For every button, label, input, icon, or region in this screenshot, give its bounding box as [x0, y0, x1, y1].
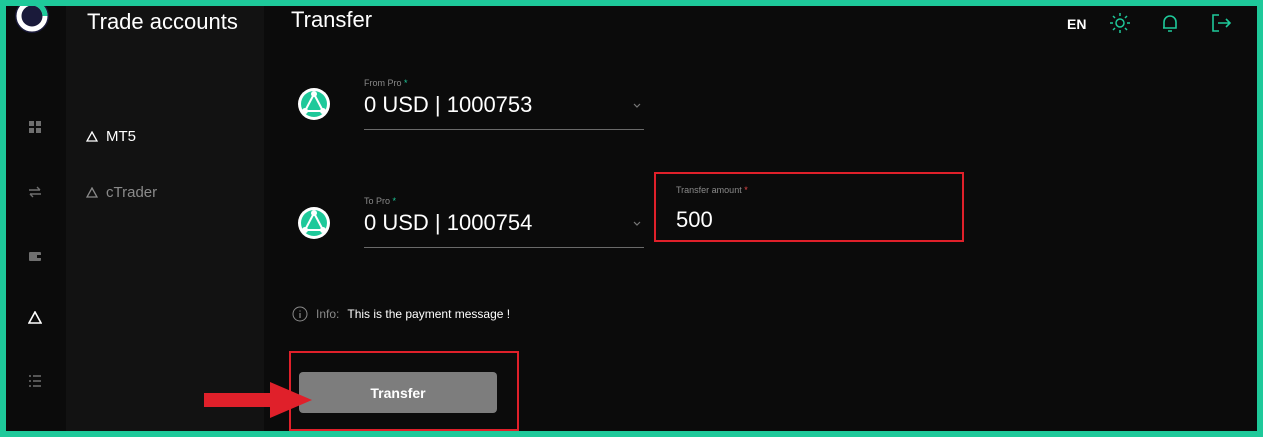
from-label-text: From Pro [364, 78, 402, 88]
app-window: Trade accounts MT5 cTrader Transfer EN F… [0, 0, 1263, 437]
info-message: This is the payment message ! [347, 307, 511, 321]
required-mark: * [392, 196, 397, 206]
brand-logo-icon[interactable] [12, 0, 52, 36]
icon-rail [6, 6, 66, 431]
sun-icon[interactable] [1109, 12, 1131, 34]
list-icon[interactable] [28, 374, 42, 388]
to-account-label: To Pro * [364, 196, 396, 206]
transfer-button[interactable]: Transfer [299, 372, 497, 413]
sidebar-title: Trade accounts [87, 9, 238, 34]
account-logo-icon [298, 88, 330, 120]
logout-icon[interactable] [1210, 12, 1232, 34]
from-account-select[interactable]: From Pro * 0 USD | 1000753 [364, 78, 644, 130]
triangle-accounts-icon [86, 186, 98, 198]
bell-icon[interactable] [1159, 12, 1181, 34]
sidebar-item-ctrader[interactable]: cTrader [86, 184, 157, 201]
chevron-down-icon [633, 103, 641, 108]
sidebar-item-mt5[interactable]: MT5 [86, 128, 136, 145]
required-mark: * [744, 185, 748, 195]
from-account-value: 0 USD | 1000753 [364, 92, 533, 117]
language-selector[interactable]: EN [1067, 16, 1086, 32]
info-label: Info: [316, 307, 340, 321]
page-title: Transfer [291, 7, 373, 32]
to-underline [364, 247, 644, 248]
sidebar-item-label: cTrader [106, 184, 158, 201]
from-underline [364, 129, 644, 130]
from-account-label: From Pro * [364, 78, 408, 88]
amount-label-text: Transfer amount [676, 185, 742, 195]
triangle-accounts-icon [86, 130, 98, 142]
info-line: Info: This is the payment message ! [292, 306, 510, 322]
chevron-down-icon [633, 221, 641, 226]
triangle-accounts-icon[interactable] [28, 311, 42, 325]
to-account-select[interactable]: To Pro * 0 USD | 1000754 [364, 196, 644, 248]
required-mark: * [404, 78, 408, 88]
arrow-right-icon [204, 382, 312, 418]
transfer-amount-input[interactable]: 500 [676, 207, 713, 233]
transfer-panel: Transfer EN From Pro * 0 USD | 1000753 T… [204, 6, 1257, 431]
grid-icon[interactable] [28, 120, 42, 134]
transfer-amount-label: Transfer amount * [676, 185, 748, 195]
account-logo-icon [298, 207, 330, 239]
to-label-text: To Pro [364, 196, 391, 206]
transfer-amount-highlight: Transfer amount * 500 [654, 172, 964, 242]
info-icon [292, 306, 308, 322]
trade-accounts-sidebar: Trade accounts MT5 cTrader [66, 6, 264, 431]
swap-icon[interactable] [28, 185, 42, 199]
sidebar-item-label: MT5 [106, 128, 136, 145]
wallet-icon[interactable] [28, 249, 42, 263]
to-account-value: 0 USD | 1000754 [364, 210, 533, 235]
